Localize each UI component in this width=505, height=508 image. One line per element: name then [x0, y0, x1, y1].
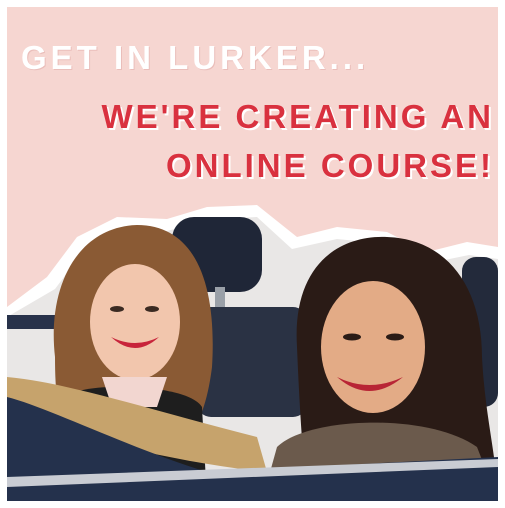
cutout-photo [7, 197, 498, 501]
headline-line-2: WE'RE CREATING AN [101, 98, 494, 135]
photo-illustration [7, 205, 498, 501]
woman-right-eye-2 [386, 333, 404, 341]
woman-left-face [90, 264, 180, 380]
woman-right-face [321, 281, 425, 413]
headline-line-3: ONLINE COURSE! [165, 147, 494, 184]
woman-left-eye [110, 306, 124, 312]
seat-left [197, 307, 307, 417]
woman-left-eye-2 [145, 306, 159, 312]
woman-right-eye [343, 333, 361, 341]
headline: GET IN LURKER... WE'RE CREATING AN ONLIN… [7, 7, 498, 207]
headline-line-1: GET IN LURKER... [21, 39, 370, 76]
promo-graphic: GET IN LURKER... WE'RE CREATING AN ONLIN… [7, 7, 498, 501]
